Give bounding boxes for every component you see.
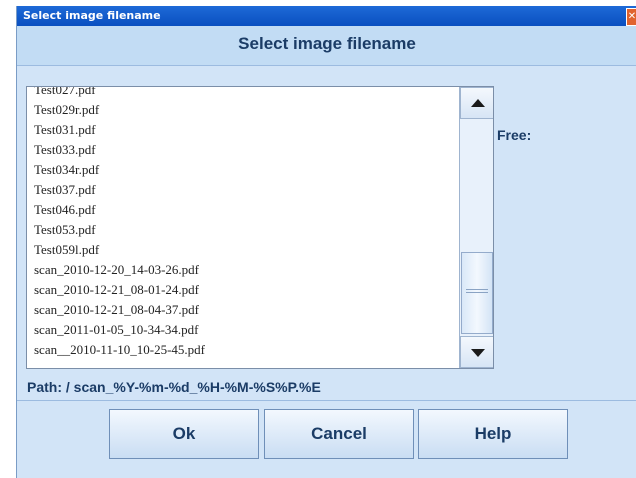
file-list-item[interactable]: scan_2010-12-21_08-04-37.pdf	[27, 300, 457, 320]
file-list-item[interactable]: Test033.pdf	[27, 140, 457, 160]
file-list-item[interactable]: Test034r.pdf	[27, 160, 457, 180]
title-bar[interactable]: Select image filename ✕	[17, 6, 636, 26]
file-list-item[interactable]: scan_2010-12-20_14-03-26.pdf	[27, 260, 457, 280]
scroll-up-button[interactable]	[460, 87, 493, 119]
grip-line	[466, 289, 488, 290]
file-list-item[interactable]: Test053.pdf	[27, 220, 457, 240]
arrow-up-icon	[471, 99, 485, 107]
file-list[interactable]: Test027.pdf Test029r.pdf Test031.pdf Test03…	[26, 86, 494, 369]
file-list-item[interactable]: scan_2010-12-21_08-01-24.pdf	[27, 280, 457, 300]
free-space-label: Free:	[497, 127, 532, 143]
dialog-header: Select image filename	[17, 26, 636, 66]
close-icon[interactable]: ✕	[626, 8, 636, 26]
vertical-scrollbar[interactable]	[459, 87, 493, 368]
file-list-item[interactable]: Test037.pdf	[27, 180, 457, 200]
window-title: Select image filename	[23, 9, 161, 22]
scroll-down-button[interactable]	[460, 336, 493, 368]
divider	[17, 400, 636, 401]
arrow-down-icon	[471, 349, 485, 357]
cancel-button[interactable]: Cancel	[264, 409, 414, 459]
file-list-item[interactable]: Test027.pdf	[27, 87, 457, 100]
file-list-item[interactable]: Test029r.pdf	[27, 100, 457, 120]
file-list-item[interactable]: Test046.pdf	[27, 200, 457, 220]
file-list-item[interactable]: Test031.pdf	[27, 120, 457, 140]
file-list-item[interactable]: scan_2011-01-05_10-34-34.pdf	[27, 320, 457, 340]
dialog-heading: Select image filename	[238, 34, 416, 53]
file-list-item[interactable]: scan__2010-11-10_10-25-45.pdf	[27, 340, 457, 360]
path-format: Path: / scan_%Y-%m-%d_%H-%M-%S%P.%E	[27, 379, 321, 395]
scroll-thumb[interactable]	[461, 252, 493, 334]
ok-button[interactable]: Ok	[109, 409, 259, 459]
grip-line	[466, 292, 488, 293]
dialog-window: Select image filename ✕ Select image fil…	[16, 6, 636, 478]
file-list-item[interactable]: Test059l.pdf	[27, 240, 457, 260]
help-button[interactable]: Help	[418, 409, 568, 459]
file-list-items[interactable]: Test027.pdf Test029r.pdf Test031.pdf Test03…	[27, 87, 457, 360]
